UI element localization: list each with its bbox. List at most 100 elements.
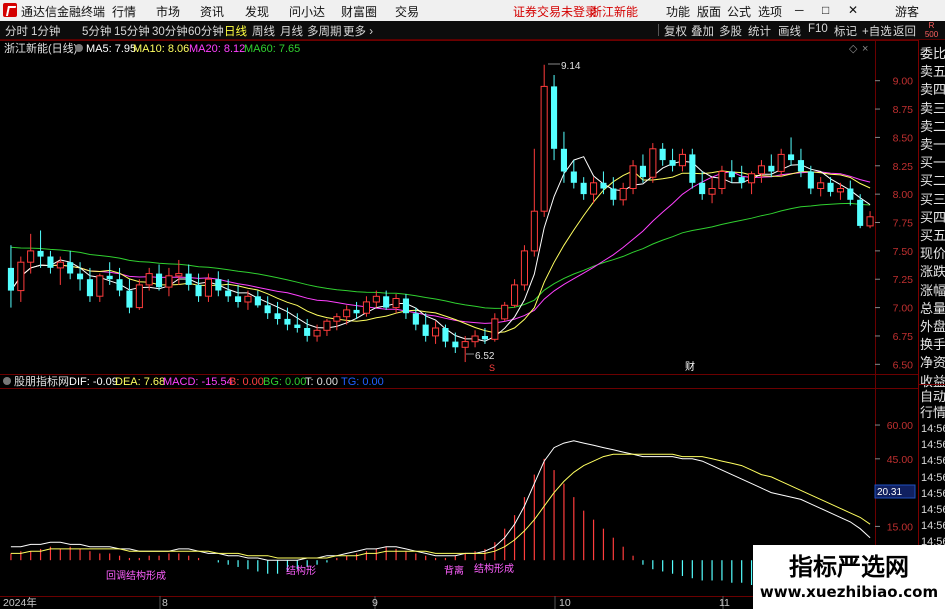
- candle-body: [264, 305, 271, 314]
- ma20-legend: MA20: 8.12: [189, 43, 245, 55]
- tick-time: 14:56: [921, 423, 945, 435]
- macd-toggle-icon[interactable]: [3, 377, 11, 385]
- price-tick-label: 6.75: [893, 331, 914, 343]
- tick-time: 14:56: [921, 455, 945, 468]
- candle: [126, 279, 133, 314]
- login-notice[interactable]: 证券交易未登录: [513, 3, 597, 20]
- r-badge[interactable]: R 500: [918, 21, 945, 39]
- menu-hangqing[interactable]: 行情: [112, 3, 136, 20]
- candle-body: [610, 188, 617, 200]
- price-tick-label: 7.25: [893, 274, 914, 286]
- tab-quote[interactable]: 行情: [920, 402, 945, 421]
- candle: [323, 318, 331, 336]
- candle-body: [96, 275, 104, 297]
- f10-button[interactable]: F10: [808, 23, 828, 35]
- candle-body: [37, 250, 44, 257]
- macd-signal-label: 背离: [444, 564, 464, 577]
- candle: [669, 148, 676, 172]
- restore-rights-button[interactable]: 复权: [664, 23, 687, 39]
- watermark-title: 指标严选网: [789, 553, 909, 581]
- macd-signal-label: 回调结构形成: [106, 569, 166, 582]
- dea-line: [10, 453, 871, 559]
- candle: [699, 171, 706, 200]
- candle-body: [678, 153, 687, 167]
- tab-more[interactable]: 更多 ›: [343, 23, 373, 39]
- quote-label: 卖二: [920, 118, 945, 134]
- draw-line-button[interactable]: 画线: [778, 23, 801, 39]
- tab-multi-period[interactable]: 多周期: [307, 23, 342, 39]
- event-marker-cai: 财: [685, 360, 695, 373]
- diamond-icon[interactable]: ◇: [849, 43, 858, 55]
- tab-daily[interactable]: 日线: [224, 23, 247, 39]
- candle: [689, 148, 696, 189]
- tab-60min[interactable]: 60分钟: [188, 23, 224, 39]
- add-watchlist-button[interactable]: +自选: [862, 23, 892, 39]
- date-tick-label: 10: [559, 597, 571, 609]
- tab-5min[interactable]: 5分钟: [82, 23, 111, 39]
- menu-zixun[interactable]: 资讯: [200, 3, 224, 20]
- multi-stock-button[interactable]: 多股: [719, 23, 742, 39]
- price-tick-label: 7.00: [893, 303, 914, 315]
- candle-body: [67, 262, 74, 274]
- menu-banmian[interactable]: 版面: [697, 3, 721, 20]
- tab-1min[interactable]: 1分钟: [31, 23, 60, 39]
- macd-tick-label: 45.00: [887, 454, 913, 466]
- candle: [17, 256, 25, 302]
- menu-caifuquan[interactable]: 财富圈: [341, 3, 377, 20]
- panel-close-icon[interactable]: ×: [862, 43, 868, 55]
- tick-time: 14:56: [921, 487, 945, 500]
- candle: [402, 293, 409, 319]
- back-button[interactable]: 返回: [893, 23, 916, 39]
- candle-body: [135, 284, 143, 309]
- tab-15min[interactable]: 15分钟: [114, 23, 150, 39]
- candle: [235, 284, 242, 308]
- candle-body: [718, 171, 726, 189]
- close-button[interactable]: ✕: [848, 3, 858, 17]
- candle-body: [294, 324, 301, 328]
- candle: [619, 182, 627, 206]
- quote-label: 买一: [920, 155, 945, 171]
- legend-toggle-icon[interactable]: [75, 44, 83, 52]
- price-tick-label: 8.75: [893, 104, 914, 116]
- chart-area[interactable]: 9.00 8.75 8.50 8.25 8.00 7.75 7.50 7.25 7.00 6.75…: [0, 40, 945, 609]
- candle-body: [333, 316, 341, 322]
- candle-body: [392, 298, 400, 309]
- ma5-legend: MA5: 7.95: [86, 43, 136, 55]
- tab-30min[interactable]: 30分钟: [152, 23, 188, 39]
- minimize-button[interactable]: ─: [795, 3, 804, 17]
- menu-shichang[interactable]: 市场: [156, 3, 180, 20]
- menu-faxian[interactable]: 发现: [245, 3, 269, 20]
- tab-monthly[interactable]: 月线: [280, 23, 303, 39]
- candle-body: [471, 335, 479, 343]
- r-badge-top: R: [928, 21, 935, 30]
- tick-time: 14:56: [921, 520, 945, 533]
- quote-label: 涨跌: [920, 264, 945, 280]
- candle-body: [165, 275, 173, 288]
- candle: [501, 301, 509, 322]
- menu-gongneng[interactable]: 功能: [666, 3, 690, 20]
- menu-gongshi[interactable]: 公式: [727, 3, 751, 20]
- candle-body: [619, 188, 627, 201]
- menu-xuanxiang[interactable]: 选项: [758, 3, 782, 20]
- dif-line: [10, 440, 871, 561]
- tg-legend: TG: 0.00: [341, 376, 384, 388]
- overlay-button[interactable]: 叠加: [691, 23, 714, 39]
- menu-jiaoyi[interactable]: 交易: [395, 3, 419, 20]
- statistics-button[interactable]: 统计: [748, 23, 771, 39]
- quote-label: 委比: [920, 46, 945, 61]
- maximize-button[interactable]: □: [822, 3, 829, 17]
- tab-fenshi[interactable]: 分时: [5, 23, 28, 39]
- candle: [580, 177, 587, 200]
- candle: [96, 273, 104, 302]
- user-label[interactable]: 游客: [895, 3, 919, 20]
- candle-body: [145, 273, 153, 286]
- menu-wenxiaoda[interactable]: 问小达: [289, 3, 325, 20]
- candle: [570, 160, 577, 189]
- candle: [610, 177, 617, 206]
- candle-body: [590, 182, 598, 195]
- candle-body: [560, 148, 567, 172]
- tab-weekly[interactable]: 周线: [252, 23, 275, 39]
- candle-body: [866, 216, 874, 227]
- mark-button[interactable]: 标记: [834, 23, 857, 39]
- candle-body: [689, 154, 696, 183]
